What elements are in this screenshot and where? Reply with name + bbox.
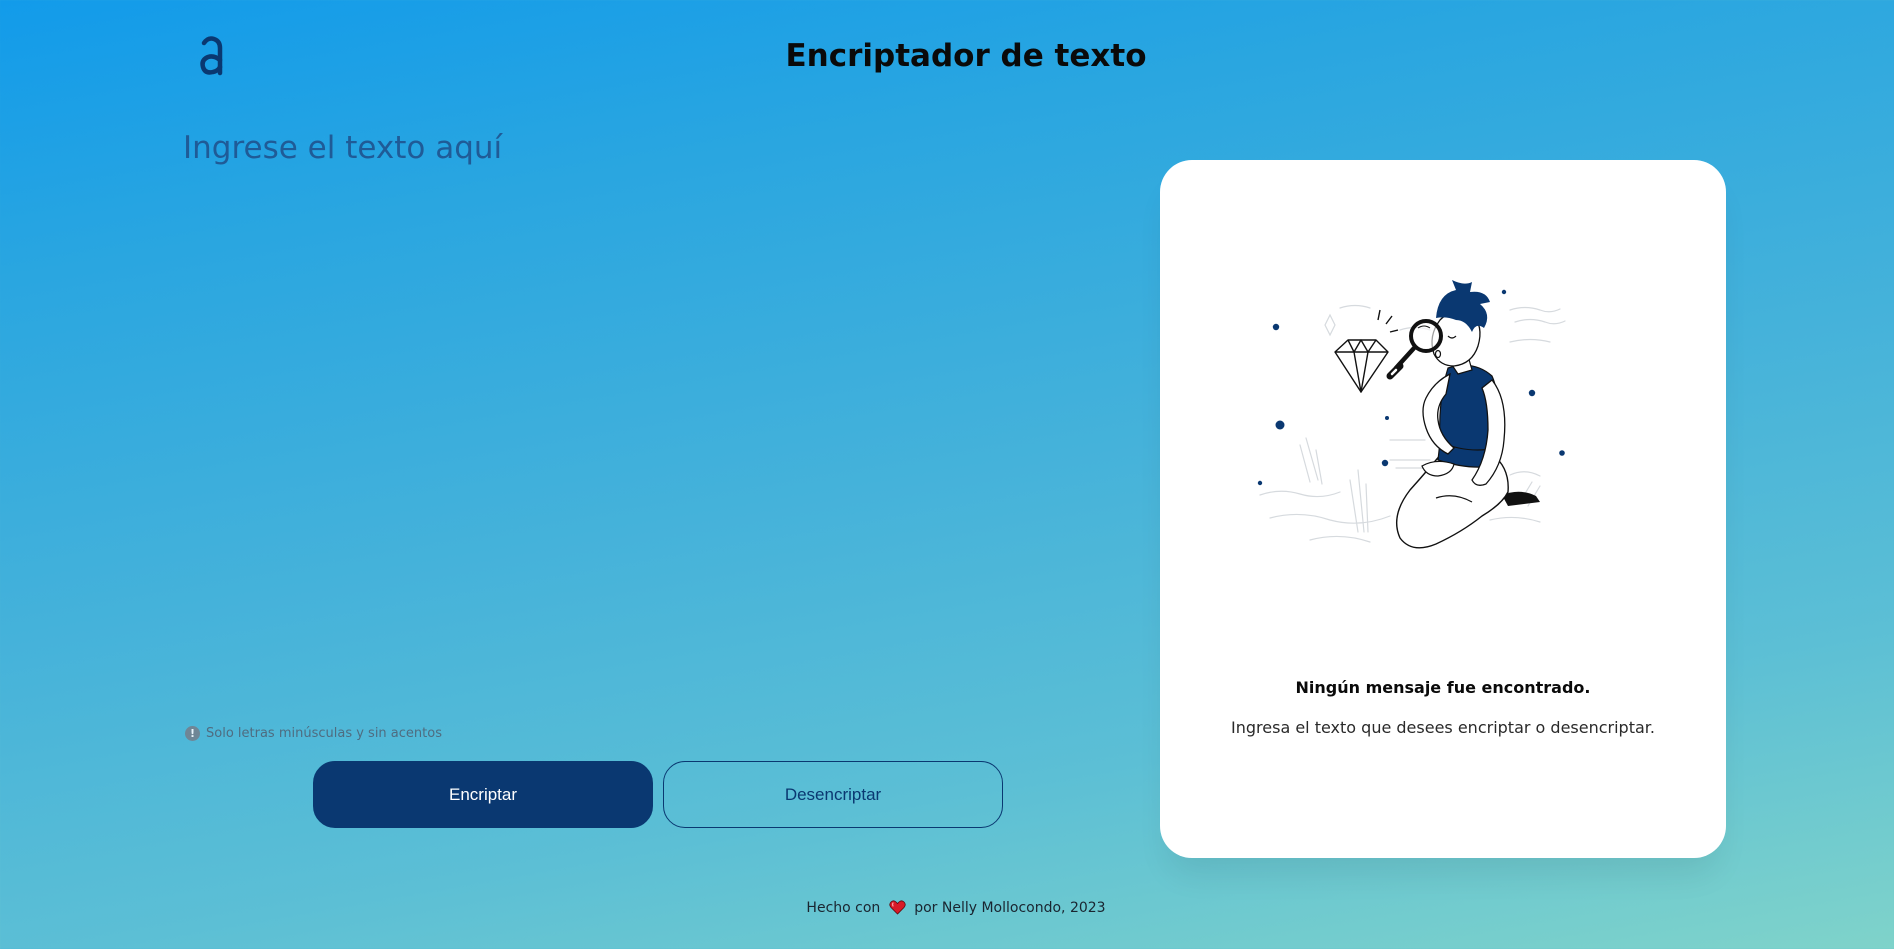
page-title: Encriptador de texto xyxy=(785,38,1147,74)
footer-prefix: Hecho con xyxy=(806,900,881,916)
info-icon: ! xyxy=(185,726,200,741)
input-hint: ! Solo letras minúsculas y sin acentos xyxy=(185,726,442,741)
empty-state-message: Ingresa el texto que desees encriptar o … xyxy=(1231,718,1655,737)
footer: Hecho con por Nelly Mollocondo, 2023 xyxy=(0,900,1894,916)
empty-state-title: Ningún mensaje fue encontrado. xyxy=(1295,678,1591,697)
footer-author: por Nelly Mollocondo, 2023 xyxy=(914,900,1106,916)
decrypt-button[interactable]: Desencriptar xyxy=(663,761,1003,828)
output-panel: Ningún mensaje fue encontrado. Ingresa e… xyxy=(1160,160,1726,858)
hint-text: Solo letras minúsculas y sin acentos xyxy=(206,726,442,741)
text-input[interactable] xyxy=(183,130,1083,700)
person-with-magnifying-glass-illustration xyxy=(1257,280,1566,549)
encrypt-button[interactable]: Encriptar xyxy=(313,761,653,828)
heart-icon xyxy=(889,900,906,915)
